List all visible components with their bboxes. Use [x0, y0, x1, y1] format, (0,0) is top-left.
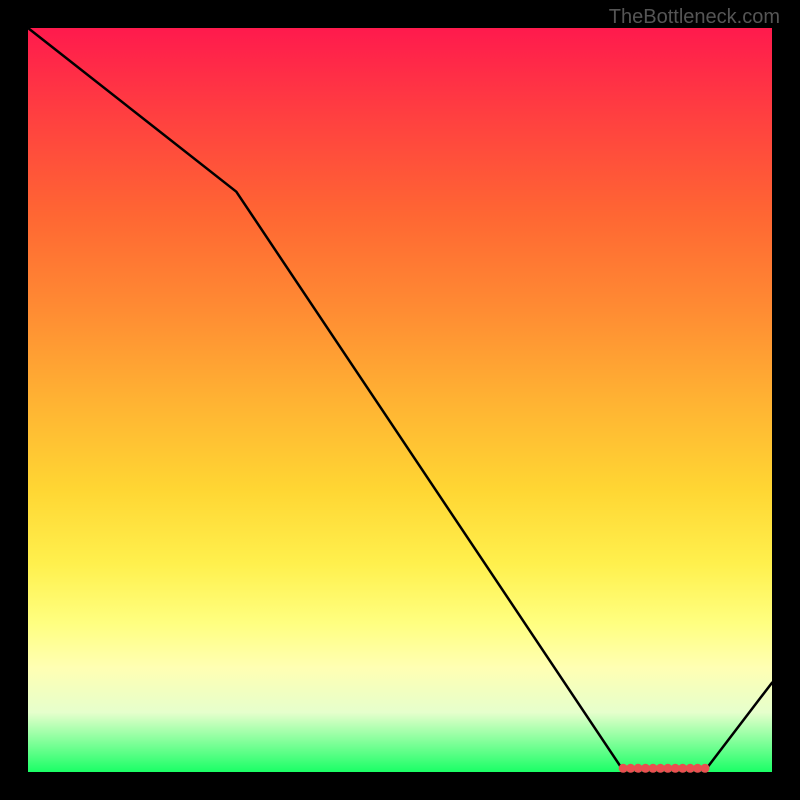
watermark-text: TheBottleneck.com	[609, 6, 780, 29]
data-marker	[701, 764, 710, 773]
chart-svg	[28, 28, 772, 772]
chart-plot-area	[28, 28, 772, 772]
line-series	[28, 28, 772, 771]
line-path	[28, 28, 772, 771]
